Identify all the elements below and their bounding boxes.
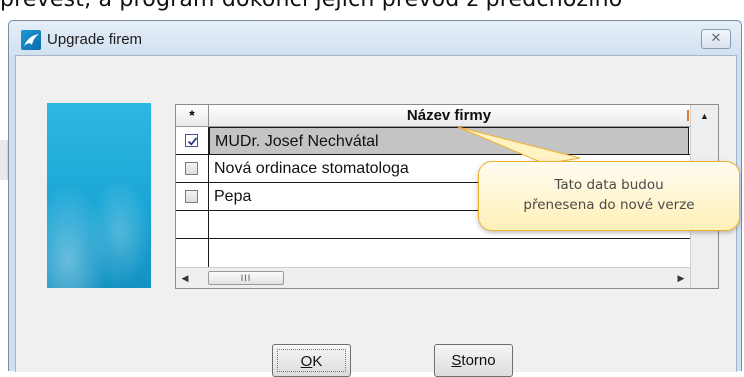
column-resize-marker bbox=[687, 110, 689, 121]
storno-label-rest: torno bbox=[461, 352, 496, 369]
close-icon: ✕ bbox=[710, 31, 722, 46]
scroll-right-arrow-icon[interactable]: ▶ bbox=[672, 268, 690, 288]
ok-button[interactable]: OK bbox=[272, 344, 351, 377]
row-checkbox[interactable] bbox=[185, 162, 198, 175]
cancel-button[interactable]: Storno bbox=[434, 344, 513, 377]
callout-tooltip: Tato data budou přenesena do nové verze bbox=[478, 161, 740, 231]
row-checkbox[interactable] bbox=[185, 134, 198, 147]
check-icon bbox=[187, 137, 198, 146]
horizontal-scrollbar[interactable]: ◀ III ▶ bbox=[176, 267, 690, 288]
ok-mnemonic: O bbox=[300, 353, 313, 370]
row-checkbox[interactable] bbox=[185, 190, 198, 203]
row-checkbox-cell bbox=[176, 127, 209, 155]
row-checkbox-cell bbox=[176, 183, 209, 211]
empty-table-row bbox=[176, 239, 691, 267]
table-header: * Název firmy bbox=[176, 105, 691, 127]
empty-cell bbox=[176, 239, 209, 267]
table-row[interactable]: MUDr. Josef Nechvátal bbox=[176, 127, 691, 155]
column-header-company-name[interactable]: Název firmy bbox=[209, 105, 689, 126]
empty-cell bbox=[176, 211, 209, 239]
app-icon bbox=[21, 30, 41, 50]
decorative-side-image bbox=[47, 103, 151, 288]
storno-mnemonic: S bbox=[451, 352, 462, 369]
tooltip-line-1: Tato data budou bbox=[554, 177, 664, 193]
column-header-select[interactable]: * bbox=[176, 105, 209, 126]
scroll-up-arrow-icon[interactable]: ▲ bbox=[691, 105, 718, 127]
background-document-text: převést, a program dokončí jejich převod… bbox=[0, 0, 744, 12]
row-checkbox-cell bbox=[176, 155, 209, 183]
horizontal-scroll-thumb[interactable]: III bbox=[208, 271, 284, 285]
tooltip-line-2: přenesena do nové verze bbox=[523, 197, 695, 213]
scroll-left-arrow-icon[interactable]: ◀ bbox=[176, 268, 194, 288]
title-bar[interactable]: Upgrade firem ✕ bbox=[9, 21, 741, 55]
ok-label-rest: K bbox=[312, 353, 323, 370]
company-name-cell[interactable]: MUDr. Josef Nechvátal bbox=[209, 127, 689, 155]
background-window-edge bbox=[0, 140, 8, 180]
ok-button-focus-rect: OK bbox=[277, 349, 346, 372]
close-button[interactable]: ✕ bbox=[701, 29, 731, 49]
window-title: Upgrade firem bbox=[47, 31, 143, 48]
